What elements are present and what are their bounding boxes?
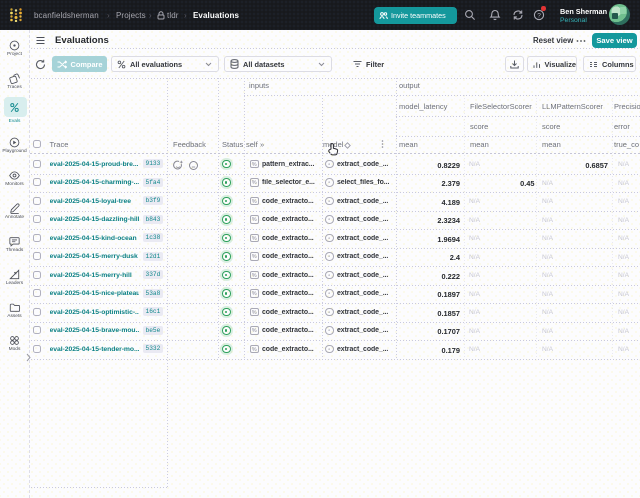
svg-text:?: ?	[537, 12, 541, 19]
